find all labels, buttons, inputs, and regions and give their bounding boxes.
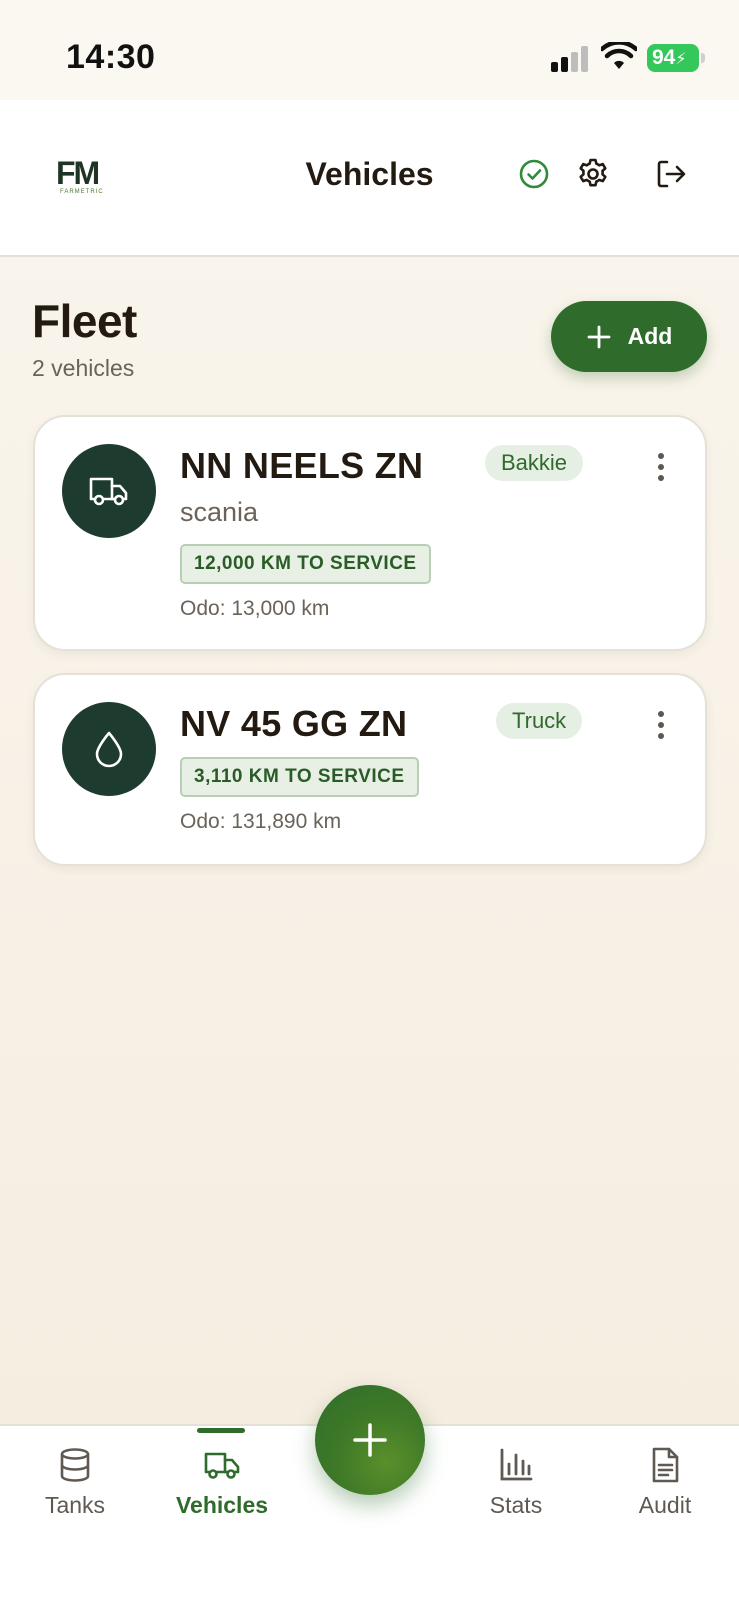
nav-tanks[interactable]: Tanks xyxy=(0,1426,150,1546)
add-fab-button[interactable] xyxy=(315,1385,425,1495)
vehicle-avatar xyxy=(62,702,156,796)
truck-icon xyxy=(89,477,128,506)
nav-vehicles[interactable]: Vehicles xyxy=(147,1426,297,1546)
fleet-title: Fleet xyxy=(32,295,137,347)
nav-label: Audit xyxy=(638,1492,692,1518)
bar-chart-icon xyxy=(500,1448,533,1481)
app-header: FM FARMETRIC Vehicles xyxy=(0,100,739,257)
status-bar: 14:30 94⚡ xyxy=(0,0,739,100)
plus-icon xyxy=(587,325,611,348)
nav-stats[interactable]: Stats xyxy=(441,1426,591,1546)
vehicle-type-badge: Truck xyxy=(496,703,583,739)
odometer-reading: Odo: 131,890 km xyxy=(180,810,342,833)
document-icon xyxy=(652,1447,679,1483)
fuel-drop-icon xyxy=(95,731,123,768)
vehicle-card[interactable]: NN NEELS ZN scania Bakkie 12,000 KM TO S… xyxy=(33,415,707,651)
vehicle-plate: NV 45 GG ZN xyxy=(180,703,408,744)
odometer-reading: Odo: 13,000 km xyxy=(180,597,330,620)
vehicle-plate: NN NEELS ZN xyxy=(180,445,424,486)
battery-level: 94 xyxy=(652,46,676,69)
plus-icon xyxy=(353,1423,387,1457)
battery-tip xyxy=(701,53,705,63)
vehicle-avatar xyxy=(62,444,156,538)
vehicle-make: scania xyxy=(180,497,259,527)
logout-icon[interactable] xyxy=(653,156,689,192)
wifi-icon xyxy=(601,42,637,69)
nav-label: Stats xyxy=(489,1492,543,1518)
more-options-icon[interactable] xyxy=(655,453,667,485)
active-indicator xyxy=(197,1428,245,1433)
database-icon xyxy=(60,1448,90,1482)
service-badge: 12,000 KM TO SERVICE xyxy=(180,544,431,584)
add-button-label: Add xyxy=(627,323,673,349)
nav-audit[interactable]: Audit xyxy=(590,1426,739,1546)
page-title: Vehicles xyxy=(305,156,434,192)
vehicle-card[interactable]: NV 45 GG ZN Truck 3,110 KM TO SERVICE Od… xyxy=(33,673,707,866)
truck-icon xyxy=(204,1452,240,1479)
fleet-count: 2 vehicles xyxy=(32,355,135,381)
add-vehicle-button[interactable]: Add xyxy=(551,301,707,372)
check-circle-icon[interactable] xyxy=(516,156,552,192)
status-time: 14:30 xyxy=(66,38,156,76)
nav-label: Vehicles xyxy=(175,1492,269,1518)
vehicle-type-badge: Bakkie xyxy=(485,445,584,481)
cellular-signal-icon xyxy=(551,46,591,72)
more-options-icon[interactable] xyxy=(655,711,667,743)
gear-icon[interactable] xyxy=(575,156,611,192)
service-badge: 3,110 KM TO SERVICE xyxy=(180,757,419,797)
nav-label: Tanks xyxy=(44,1492,106,1518)
battery-icon: 94⚡ xyxy=(647,44,699,72)
